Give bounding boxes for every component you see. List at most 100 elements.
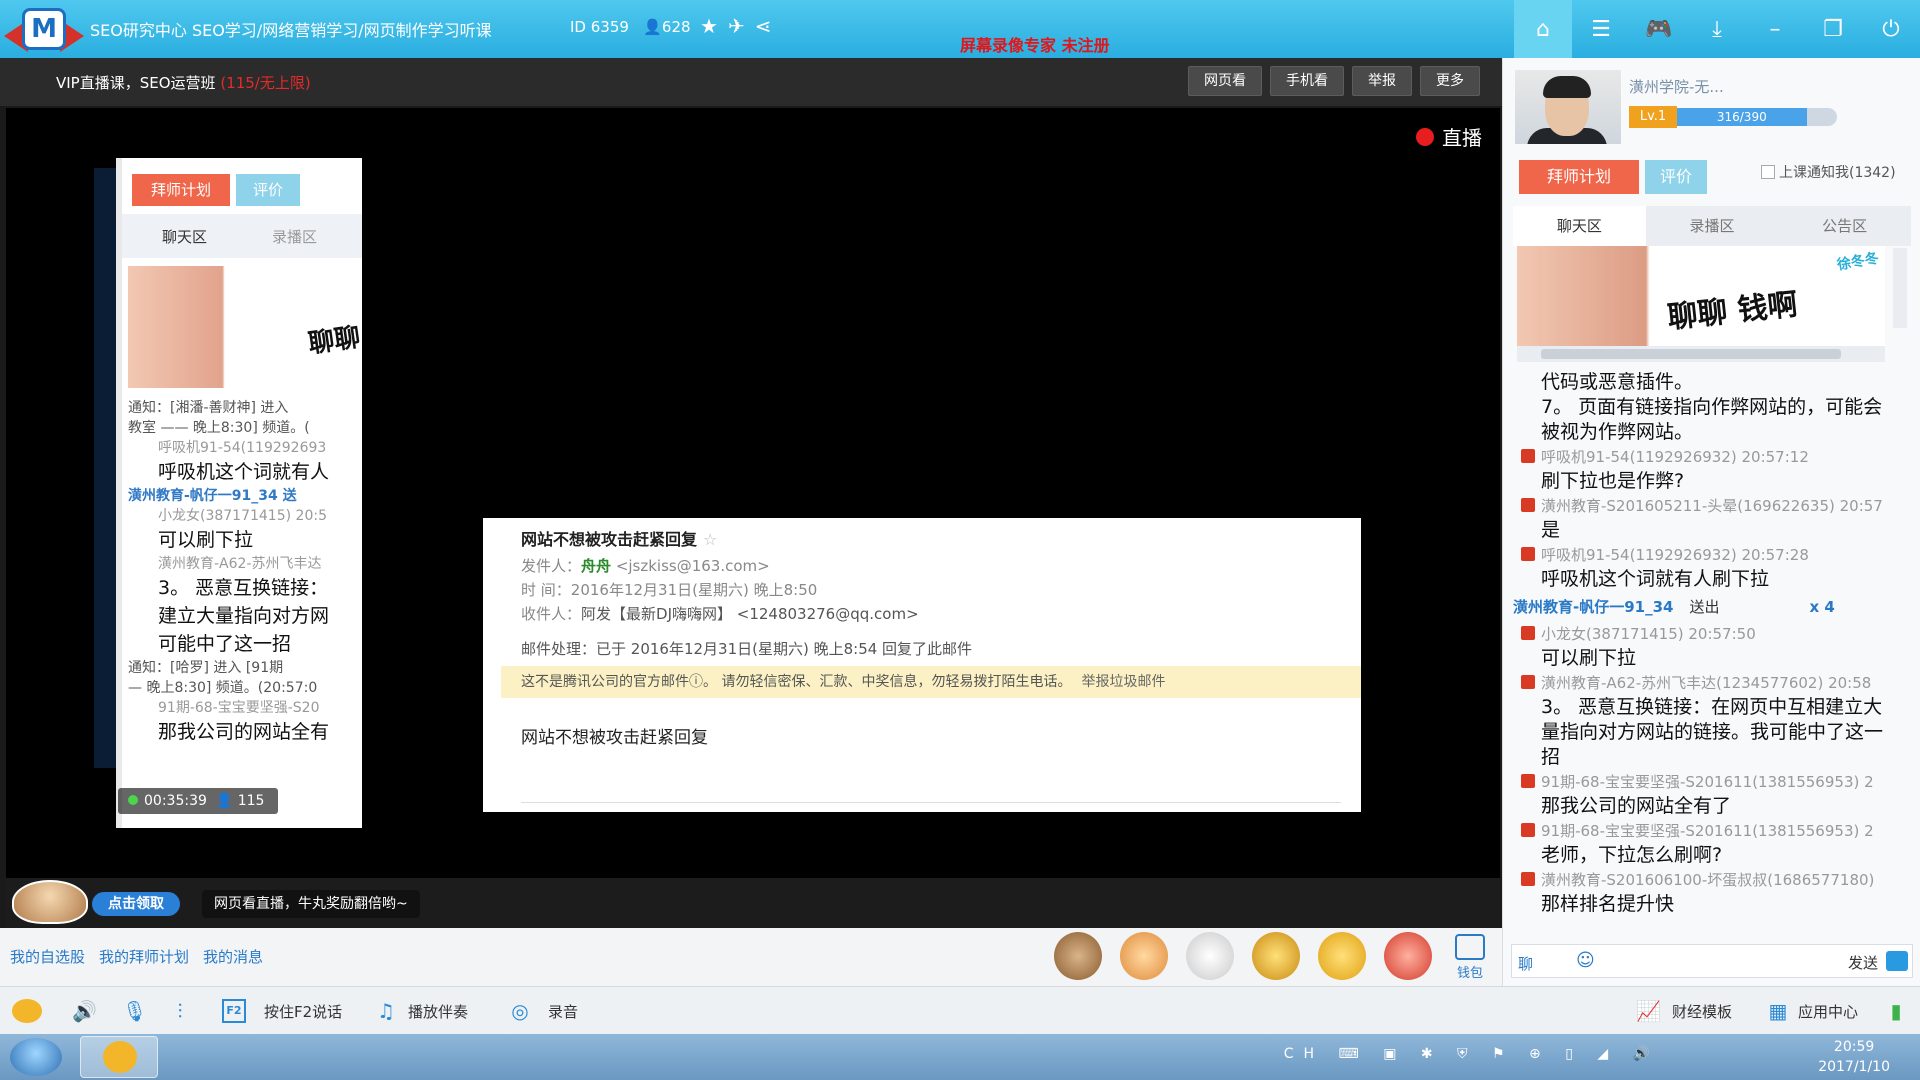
gift-bull-icon[interactable] [1252,932,1300,980]
user-badge-icon [1521,449,1535,463]
sender-name: 舟舟 [581,557,612,575]
claim-button[interactable]: 点击领取 [92,892,180,916]
chat-message: 那样排名提升快 [1541,893,1675,915]
sender-email: <jszkiss@163.com> [615,557,770,575]
inner-ad-banner: 聊聊 [128,266,362,388]
record-audio[interactable]: 录音 [548,1001,578,1022]
user-badge-icon [1521,498,1535,512]
taskbar-clock[interactable]: 20:59 2017/1/10 [1818,1037,1890,1077]
start-button[interactable] [10,1038,62,1076]
chat-sender: 91期-68-宝宝要坚强-S201611(1381556953) 2 [1513,819,1905,843]
course-header: VIP直播课，SEO运营班 (115/无上限) 网页看 手机看 举报 更多 [0,58,1502,106]
inner-ad-text: 聊聊 [306,322,362,360]
wallet-button[interactable]: 钱包 [1448,934,1492,981]
emoji-icon[interactable]: ☺ [1576,950,1595,971]
chat-mode-tab[interactable]: 聊 [1518,953,1533,974]
title-actions: ★✈⋖ [700,14,781,38]
app-center[interactable]: 应用中心 [1798,1001,1858,1022]
send-button[interactable]: 发送 [1848,952,1878,973]
clock-time: 20:59 [1833,1039,1875,1055]
chat-bubble-icon[interactable] [1886,951,1908,971]
tab-announcements[interactable]: 公告区 [1778,206,1911,246]
sender-label: 潢州教育-S201606100-坏蛋叔叔(1686577180) [1541,871,1875,889]
wallet-label: 钱包 [1456,966,1483,981]
sender-label: 91期-68-宝宝要坚强-S201611(1381556953) 2 [1541,773,1874,791]
teacher-name[interactable]: 潢州学院-无... [1629,76,1724,97]
sender-label: 呼吸机91-54(1192926932) 20:57:12 [1541,448,1809,466]
my-messages-link[interactable]: 我的消息 [203,946,263,967]
ad-horizontal-scrollbar[interactable] [1517,346,1885,362]
share-icon[interactable]: ⋖ [755,14,782,38]
inner-rate-button: 评价 [236,174,300,206]
level-badge: Lv.1 [1629,106,1677,128]
chat-message: 是 [1541,519,1561,541]
ime-indicator[interactable]: CH [1284,1046,1324,1062]
push-to-talk[interactable]: 按住F2说话 [264,1001,342,1022]
taskbar-app[interactable] [80,1036,158,1078]
wallet-icon [1455,934,1485,960]
gift-fortune-god-icon[interactable] [1384,932,1432,980]
noodle-bowl-icon[interactable] [12,880,88,924]
inner-message: 3。 恶意互换链接： [158,577,329,599]
email-subject: 网站不想被攻击赶紧回复 ☆ [521,530,718,549]
viewer-count: 628 [661,18,691,36]
gift-sender[interactable]: 潢州教育-帆仔一91_34 [1513,598,1673,616]
live-video[interactable]: 直播 拜师计划 评价 聊天区 录播区 聊聊 通知：[湘潘-善财神] 进入 教室 … [6,108,1500,878]
stream-viewers: 115 [237,793,265,809]
microphone-icon[interactable]: 🎙 [122,999,147,1023]
download-icon[interactable]: ⤓ [1688,0,1746,58]
f2-key-icon: F2 [222,999,246,1023]
title-bar: M SEO研究中心 SEO学习/网络营销学习/网页制作学习听课 ID 6359 … [0,0,1920,58]
email-body: 网站不想被攻击赶紧回复 [521,728,708,748]
home-icon[interactable]: ⌂ [1514,0,1572,58]
apprentice-plan-button[interactable]: 拜师计划 [1519,160,1639,194]
gift-thumbs-up-icon[interactable] [1120,932,1168,980]
course-limit: (115/无上限) [220,74,311,92]
inner-meta: 91期-68-宝宝要坚强-S20 [158,700,320,716]
inner-plan-button: 拜师计划 [132,174,230,206]
speaker-icon[interactable]: 🔊 [72,999,97,1023]
email-handling: 邮件处理：已于 2016年12月31日(星期六) 晚上8:54 回复了此邮件 [521,640,973,658]
list-icon[interactable]: ☰ [1572,0,1630,58]
power-icon[interactable]: ⏻ [1862,0,1920,58]
gift-meatball-icon[interactable] [1054,932,1102,980]
star-outline-icon: ☆ [703,530,718,549]
class-notify-toggle[interactable]: 上课通知我(1342) [1761,162,1896,182]
link-bar: 我的自选股 我的拜师计划 我的消息 钱包 [0,928,1502,986]
finance-template[interactable]: 财经模板 [1672,1001,1732,1022]
sender-label: 91期-68-宝宝要坚强-S201611(1381556953) 2 [1541,822,1874,840]
email-time: 2016年12月31日(星期六) 晚上8:50 [570,581,818,599]
equalizer-icon[interactable]: ⫶ [168,999,192,1023]
restore-icon[interactable]: ❐ [1804,0,1862,58]
gift-coffee-icon[interactable] [1186,932,1234,980]
airplane-icon[interactable]: ✈ [728,14,755,38]
game-icon[interactable]: 🎮 [1630,0,1688,58]
chat-sender: 呼吸机91-54(1192926932) 20:57:12 [1513,445,1905,469]
tab-recordings[interactable]: 录播区 [1646,206,1779,246]
ad-vertical-scrollbar[interactable] [1893,248,1907,328]
gift-arrow-up-icon[interactable] [1318,932,1366,980]
app-logo: M [4,6,84,52]
report-button[interactable]: 举报 [1352,66,1412,96]
chat-input-bar: 聊 ☺ 发送 [1511,944,1913,978]
bear-icon[interactable] [12,999,42,1023]
user-badge-icon [1521,626,1535,640]
web-view-button[interactable]: 网页看 [1188,66,1262,96]
my-stocks-link[interactable]: 我的自选股 [10,946,85,967]
user-badge-icon [1521,774,1535,788]
tab-chat[interactable]: 聊天区 [1513,206,1646,246]
sender-label: 潢州教育-A62-苏州飞丰达(1234577602) 20:58 [1541,674,1872,692]
chat-sender: 潢州教育-S201605211-头晕(169622635) 20:57 [1513,494,1905,518]
checkbox[interactable] [1761,165,1775,179]
course-title: VIP直播课，SEO运营班 (115/无上限) [56,72,311,93]
star-icon[interactable]: ★ [700,14,728,38]
ad-banner[interactable]: 聊聊 钱啊 徐冬冬 [1517,246,1885,346]
my-plan-link[interactable]: 我的拜师计划 [99,946,189,967]
rate-button[interactable]: 评价 [1645,160,1707,194]
more-button[interactable]: 更多 [1420,66,1480,96]
teacher-avatar[interactable] [1515,70,1621,144]
bottom-toolbar: 🔊 🎙 ⫶ F2 按住F2说话 ♫ 播放伴奏 ◎ 录音 📈 财经模板 ▦ 应用中… [0,986,1920,1034]
play-accompaniment[interactable]: 播放伴奏 [408,1001,468,1022]
mobile-view-button[interactable]: 手机看 [1270,66,1344,96]
minimize-icon[interactable]: – [1746,0,1804,58]
